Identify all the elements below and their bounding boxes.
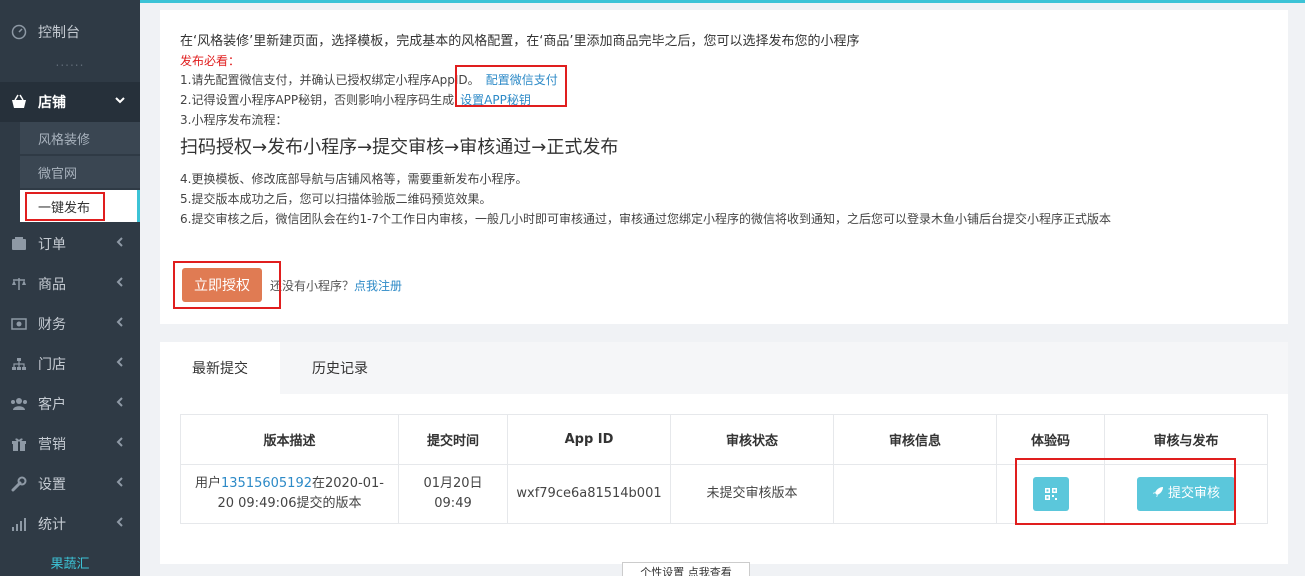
chevron-left-icon <box>114 396 126 412</box>
instruction-line-1: 1.请先配置微信支付，并确认已授权绑定小程序AppID。 配置微信支付 <box>180 71 558 88</box>
chevron-left-icon <box>114 356 126 372</box>
no-miniprogram-text: 还没有小程序？ <box>270 279 355 293</box>
chevron-left-icon <box>114 516 126 532</box>
nav-finance-label: 财务 <box>38 317 66 333</box>
no-miniprogram-prompt: 还没有小程序？点我注册 <box>270 277 402 294</box>
cell-qr <box>997 465 1105 523</box>
bar-chart-icon <box>10 515 28 533</box>
nav-settings-label: 设置 <box>38 477 66 493</box>
user-phone-link[interactable]: 13515605192 <box>221 476 312 491</box>
qrcode-icon <box>1044 488 1057 500</box>
sub-style-decor[interactable]: 风格装修 <box>20 122 140 154</box>
tab-bar: 最新提交 历史记录 <box>160 342 1288 394</box>
nav-settings[interactable]: 设置 <box>0 464 140 504</box>
instruction-line-3: 3.小程序发布流程： <box>180 113 288 127</box>
sidebar-brand-name[interactable]: 果蔬汇 <box>0 553 140 572</box>
col-header-review-publish: 审核与发布 <box>1105 415 1267 465</box>
scale-icon <box>10 275 28 293</box>
tab-latest-submission[interactable]: 最新提交 <box>160 342 280 394</box>
basket-icon <box>10 93 28 111</box>
nav-orders-label: 订单 <box>38 237 66 253</box>
set-app-secret-link[interactable]: 设置APP秘钥 <box>460 93 531 107</box>
nav-goods-label: 商品 <box>38 277 66 293</box>
submit-review-label: 提交审核 <box>1167 486 1220 501</box>
cell-review-publish: 提交审核 <box>1105 465 1267 523</box>
nav-stats-label: 统计 <box>38 517 66 533</box>
nav-divider-dots: ...... <box>55 55 85 69</box>
col-header-desc: 版本描述 <box>181 415 399 465</box>
submit-review-button[interactable]: 提交审核 <box>1137 477 1235 511</box>
intro-text: 在‘风格装修’里新建页面，选择模板，完成基本的风格配置，在‘商品’里添加商品完毕… <box>180 34 860 49</box>
publish-info-panel: 在‘风格装修’里新建页面，选择模板，完成基本的风格配置，在‘商品’里添加商品完毕… <box>160 10 1288 324</box>
col-header-status: 审核状态 <box>671 415 834 465</box>
submissions-panel: 最新提交 历史记录 版本描述 提交时间 App ID 审核状态 审核信息 体验码… <box>160 342 1288 564</box>
sub-micro-site[interactable]: 微官网 <box>20 156 140 188</box>
col-header-appid: App ID <box>508 415 671 465</box>
nav-customers-label: 客户 <box>38 397 66 413</box>
desc-prefix: 用户 <box>194 476 221 491</box>
col-header-time: 提交时间 <box>399 415 508 465</box>
cell-desc-text: 用户13515605192在2020-01-20 09:49:06提交的版本 <box>189 474 390 514</box>
instruction-line-2: 2.记得设置小程序APP秘钥，否则影响小程序码生成 设置APP秘钥 <box>180 91 531 108</box>
sub-one-click-publish[interactable]: 一键发布 <box>20 190 140 222</box>
chevron-left-icon <box>114 276 126 292</box>
personal-settings-tooltip[interactable]: 个性设置 点我查看 <box>622 562 750 576</box>
register-link[interactable]: 点我注册 <box>354 279 402 293</box>
instruction-line-1-text: 1.请先配置微信支付，并确认已授权绑定小程序AppID。 <box>180 73 480 87</box>
instruction-line-2-text: 2.记得设置小程序APP秘钥，否则影响小程序码生成 <box>180 93 455 107</box>
sidebar: 控制台 ...... 店铺 风格装修 微官网 一键发布 订单 商品 财务 门店 … <box>0 0 140 576</box>
money-icon <box>10 315 28 333</box>
sitemap-icon <box>10 355 28 373</box>
cell-appid: wxf79ce6a81514b001 <box>508 465 671 523</box>
nav-stores[interactable]: 门店 <box>0 344 140 384</box>
config-wechat-pay-link[interactable]: 配置微信支付 <box>486 73 558 87</box>
orders-icon <box>10 235 28 253</box>
tab-history[interactable]: 历史记录 <box>280 342 400 394</box>
rocket-icon <box>1152 484 1164 504</box>
cell-status: 未提交审核版本 <box>671 465 834 523</box>
chevron-left-icon <box>114 316 126 332</box>
wrench-icon <box>10 475 28 493</box>
cell-info <box>834 465 997 523</box>
nav-marketing-label: 营销 <box>38 437 66 453</box>
nav-shop[interactable]: 店铺 <box>0 82 140 122</box>
nav-dashboard-label: 控制台 <box>38 25 80 41</box>
nav-stores-label: 门店 <box>38 357 66 373</box>
nav-marketing[interactable]: 营销 <box>0 424 140 464</box>
publish-flow-steps: 扫码授权→发布小程序→提交审核→审核通过→正式发布 <box>180 137 619 158</box>
cell-time: 01月20日 09:49 <box>399 465 508 523</box>
nav-customers[interactable]: 客户 <box>0 384 140 424</box>
chevron-left-icon <box>114 236 126 252</box>
instruction-line-6: 6.提交审核之后，微信团队会在约1-7个工作日内审核，一般几小时即可审核通过，审… <box>180 212 1112 226</box>
nav-stats[interactable]: 统计 <box>0 504 140 544</box>
instruction-line-5: 5.提交版本成功之后，您可以扫描体验版二维码预览效果。 <box>180 192 492 206</box>
authorize-now-button[interactable]: 立即授权 <box>182 268 262 302</box>
top-accent-line <box>140 0 1305 3</box>
gift-icon <box>10 435 28 453</box>
chevron-left-icon <box>114 476 126 492</box>
chevron-down-icon <box>114 94 126 110</box>
submission-table: 版本描述 提交时间 App ID 审核状态 审核信息 体验码 审核与发布 用户1… <box>180 414 1268 524</box>
cell-desc: 用户13515605192在2020-01-20 09:49:06提交的版本 <box>181 465 399 523</box>
users-icon <box>10 395 28 413</box>
nav-dashboard[interactable]: 控制台 <box>0 12 140 52</box>
chevron-left-icon <box>114 436 126 452</box>
col-header-info: 审核信息 <box>834 415 997 465</box>
nav-finance[interactable]: 财务 <box>0 304 140 344</box>
must-read-label: 发布必看： <box>180 54 241 68</box>
qr-code-button[interactable] <box>1032 477 1069 511</box>
instruction-line-4: 4.更换模板、修改底部导航与店铺风格等，需要重新发布小程序。 <box>180 172 528 186</box>
gauge-icon <box>10 23 28 41</box>
col-header-qr: 体验码 <box>997 415 1105 465</box>
nav-goods[interactable]: 商品 <box>0 264 140 304</box>
nav-orders[interactable]: 订单 <box>0 224 140 264</box>
nav-shop-label: 店铺 <box>38 95 66 111</box>
